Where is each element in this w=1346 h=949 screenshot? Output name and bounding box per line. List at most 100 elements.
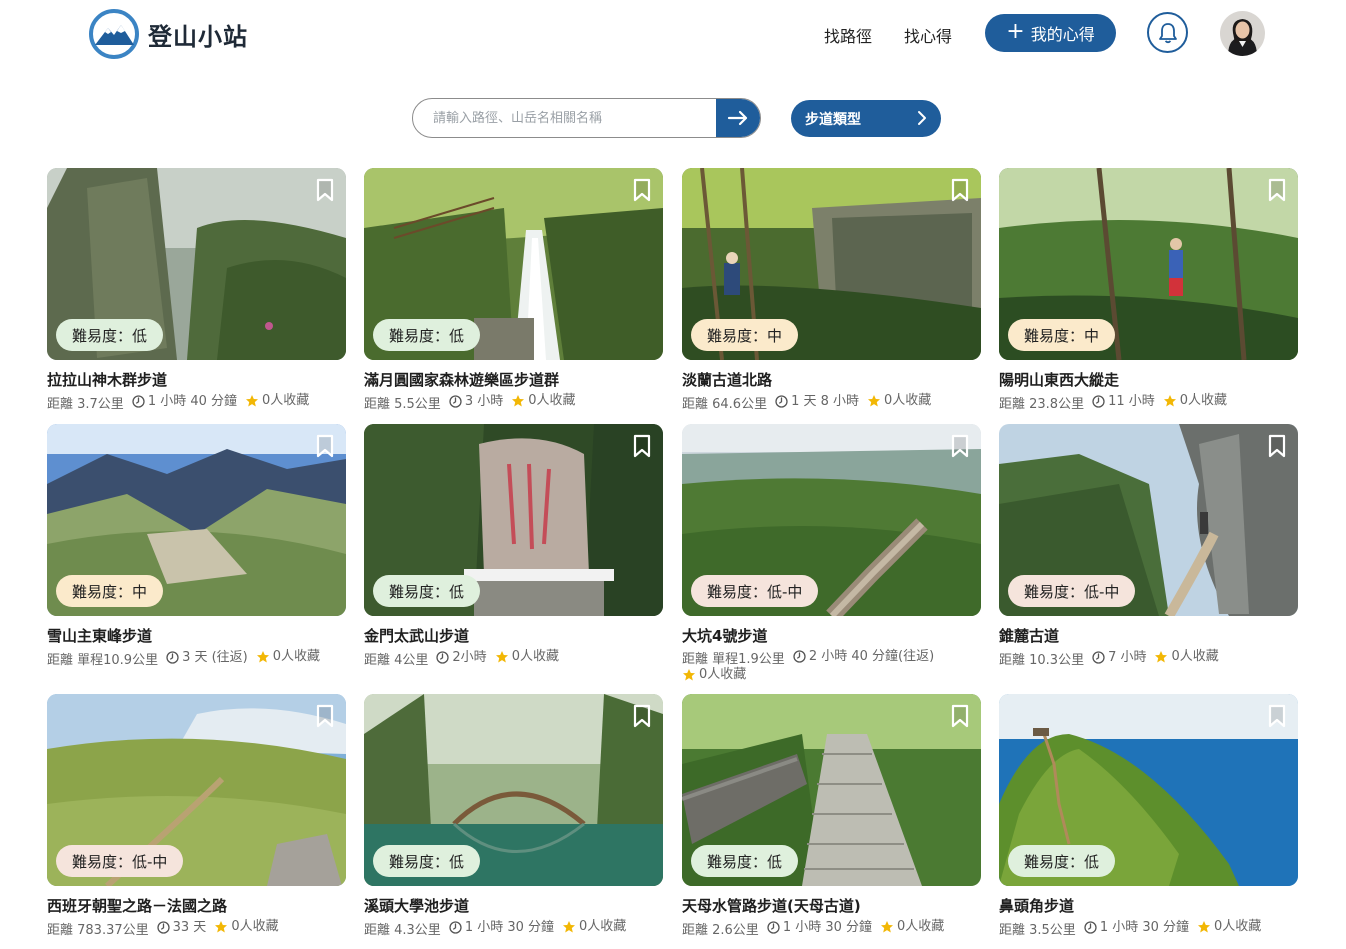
trail-card[interactable]: 難易度：低-中錐麓古道距離 10.3公里 7 小時 0人收藏: [999, 424, 1298, 668]
trail-duration: 3 天 (往返): [166, 650, 248, 665]
star-icon: [512, 394, 525, 406]
difficulty-badge: 難易度：低-中: [1008, 575, 1136, 607]
trail-card[interactable]: 難易度：低 滿月圓國家森林遊樂區步道群 距離 5.5公里 3 小時 0人收藏: [364, 168, 663, 412]
trail-photo[interactable]: 難易度：低: [682, 694, 981, 886]
trail-meta: 距離 3.5公里 1 小時 30 分鐘 0人收藏: [999, 919, 1298, 938]
bookmark-icon[interactable]: [1268, 178, 1286, 202]
logo-text: 登山小站: [148, 22, 248, 51]
trail-photo[interactable]: 難易度：中: [682, 168, 981, 360]
trail-card[interactable]: 難易度：低-中大坑4號步道距離 單程1.9公里 2 小時 40 分鐘(往返) 0人收…: [682, 424, 981, 686]
trail-favorites-text: 0人收藏: [884, 393, 932, 408]
trail-distance: 距離 4公里: [364, 652, 429, 668]
difficulty-badge: 難易度：低-中: [56, 845, 184, 877]
my-notes-button[interactable]: + 我的心得: [985, 14, 1116, 52]
bookmark-icon[interactable]: [316, 434, 334, 458]
trail-duration: 1 小時 30 分鐘: [1084, 920, 1189, 935]
trail-name[interactable]: 溪頭大學池步道: [364, 895, 663, 916]
trail-card[interactable]: 難易度：低 溪頭大學池步道 距離 4.3公里 1 小時 30 分鐘 0人收藏: [364, 694, 663, 938]
star-icon: [881, 920, 894, 932]
nav-find-notes[interactable]: 找心得: [904, 23, 952, 47]
trail-favorites: 0人收藏: [245, 393, 309, 408]
trail-photo[interactable]: 難易度：中: [47, 424, 346, 616]
trail-photo[interactable]: 難易度：低: [47, 168, 346, 360]
difficulty-badge: 難易度：中: [691, 319, 799, 351]
trail-card[interactable]: 難易度：低 鼻頭角步道 距離 3.5公里 1 小時 30 分鐘 0人收藏: [999, 694, 1298, 938]
trail-name[interactable]: 陽明山東西大縱走: [999, 369, 1298, 390]
trail-photo[interactable]: 難易度：低-中: [47, 694, 346, 886]
trail-card[interactable]: 難易度：低金門太武山步道距離 4公里 2小時 0人收藏: [364, 424, 663, 668]
bookmark-icon[interactable]: [951, 434, 969, 458]
logo[interactable]: 登山小站: [88, 8, 248, 60]
clock-icon: [767, 920, 780, 934]
trail-name[interactable]: 大坑4號步道: [682, 625, 981, 646]
bookmark-icon[interactable]: [316, 704, 334, 728]
trail-name[interactable]: 錐麓古道: [999, 625, 1298, 646]
trail-duration: 2 小時 40 分鐘(往返): [793, 649, 934, 664]
trail-photo[interactable]: 難易度：低: [364, 168, 663, 360]
trail-photo[interactable]: 難易度：低: [999, 694, 1298, 886]
clock-icon: [449, 920, 462, 934]
bell-icon: [1158, 22, 1177, 43]
trail-photo[interactable]: 難易度：中: [999, 168, 1298, 360]
trail-duration: 3 小時: [449, 394, 503, 409]
trail-favorites: 0人收藏: [880, 919, 944, 934]
trail-name[interactable]: 拉拉山神木群步道: [47, 369, 346, 390]
bookmark-icon[interactable]: [1268, 434, 1286, 458]
bookmark-icon[interactable]: [633, 178, 651, 202]
trail-card[interactable]: 難易度：低-中西班牙朝聖之路－法國之路 距離 783.37公里 33 天 0人收藏: [47, 694, 346, 938]
trail-photo[interactable]: 難易度：低-中: [682, 424, 981, 616]
difficulty-badge: 難易度：低-中: [691, 575, 819, 607]
clock-icon: [449, 394, 462, 408]
trail-name[interactable]: 鼻頭角步道: [999, 895, 1298, 916]
trail-photo[interactable]: 難易度：低-中: [999, 424, 1298, 616]
trail-favorites: 0人收藏: [511, 393, 576, 408]
bookmark-icon[interactable]: [633, 704, 651, 728]
trail-name[interactable]: 雪山主東峰步道: [47, 625, 346, 646]
trail-photo[interactable]: 難易度：低: [364, 694, 663, 886]
chevron-right-icon: [918, 111, 926, 125]
trail-duration-text: 7 小時: [1108, 649, 1147, 665]
notification-button[interactable]: [1147, 12, 1188, 53]
trail-type-filter-button[interactable]: 步道類型: [791, 100, 941, 137]
trail-favorites: 0人收藏: [495, 649, 559, 664]
avatar[interactable]: [1220, 11, 1265, 56]
trail-card[interactable]: 難易度：低 拉拉山神木群步道 距離 3.7公里 1 小時 40 分鐘 0人收藏: [47, 168, 346, 412]
clock-icon: [1092, 394, 1105, 408]
trail-card[interactable]: 難易度：低 天母水管路步道(天母古道) 距離 2.6公里 1 小時 30 分鐘 0人收藏: [682, 694, 981, 938]
bookmark-icon[interactable]: [951, 704, 969, 728]
trail-photo[interactable]: 難易度：低: [364, 424, 663, 616]
trail-card[interactable]: 難易度：中陽明山東西大縱走 距離 23.8公里 11 小時 0人收藏: [999, 168, 1298, 412]
trail-favorites-text: 0人收藏: [511, 649, 559, 664]
trail-favorites-text: 0人收藏: [1214, 919, 1262, 934]
trail-favorites-text: 0人收藏: [1179, 393, 1228, 408]
bookmark-icon[interactable]: [951, 178, 969, 202]
trail-duration-text: 33 天: [172, 919, 207, 935]
trail-duration: 2小時: [436, 649, 487, 665]
trail-meta: 距離 783.37公里 33 天 0人收藏: [47, 919, 346, 938]
trail-card[interactable]: 難易度：中 淡蘭古道北路 距離 64.6公里 1 天 8 小時 0人收藏: [682, 168, 981, 412]
trail-name[interactable]: 天母水管路步道(天母古道): [682, 895, 981, 916]
trail-favorites: 0人收藏: [256, 649, 320, 664]
trail-meta: 距離 10.3公里 7 小時 0人收藏: [999, 649, 1298, 668]
search-submit-button[interactable]: [716, 99, 760, 137]
trail-duration-text: 2小時: [452, 649, 487, 665]
star-icon: [256, 650, 269, 662]
clock-icon: [156, 920, 170, 934]
search-bar: [412, 98, 761, 138]
trail-meta: 距離 23.8公里 11 小時 0人收藏: [999, 393, 1298, 412]
bookmark-icon[interactable]: [633, 434, 651, 458]
search-input[interactable]: [413, 99, 716, 137]
clock-icon: [166, 650, 179, 664]
bookmark-icon[interactable]: [316, 178, 334, 202]
difficulty-badge: 難易度：中: [56, 575, 164, 607]
trail-name[interactable]: 金門太武山步道: [364, 625, 663, 646]
trail-name[interactable]: 滿月圓國家森林遊樂區步道群: [364, 369, 663, 390]
trail-meta: 距離 單程10.9公里 3 天 (往返) 0人收藏: [47, 649, 346, 668]
trail-name[interactable]: 淡蘭古道北路: [682, 369, 981, 390]
trail-name[interactable]: 西班牙朝聖之路－法國之路: [47, 895, 346, 916]
nav-find-trails[interactable]: 找路徑: [824, 23, 872, 47]
trail-card[interactable]: 難易度：中 雪山主東峰步道 距離 單程10.9公里 3 天 (往返) 0人收藏: [47, 424, 346, 668]
trail-meta: 距離 單程1.9公里 2 小時 40 分鐘(往返) 0人收藏: [682, 649, 981, 686]
bookmark-icon[interactable]: [1268, 704, 1286, 728]
difficulty-badge: 難易度：低: [1008, 845, 1116, 877]
